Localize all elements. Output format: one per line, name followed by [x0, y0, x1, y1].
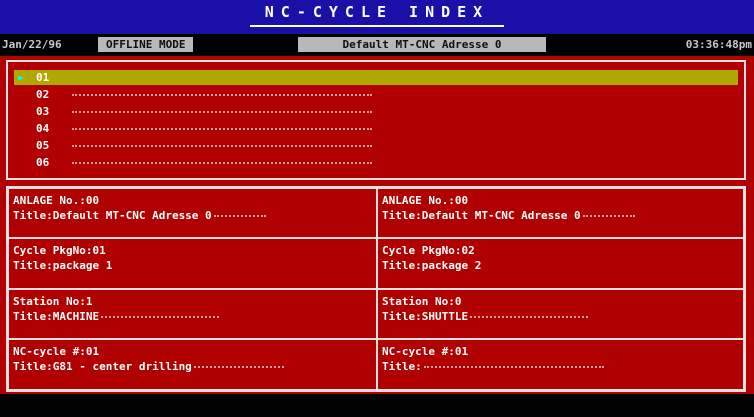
- cycle-title: Title:package 1: [13, 259, 113, 272]
- list-item-label: 04: [36, 122, 50, 135]
- list-item-label: 06: [36, 156, 50, 169]
- status-time: 03:36:48pm: [685, 38, 752, 51]
- list-item-06[interactable]: 06: [14, 155, 738, 170]
- anlage-panel-right[interactable]: ANLAGE No.:00 Title:Default MT-CNC Adres…: [377, 188, 744, 238]
- anlage-title: Title:Default MT-CNC Adresse 0: [13, 209, 212, 222]
- dotted-leader: [470, 316, 589, 318]
- station-title-row: Title:MACHINE: [13, 310, 220, 323]
- station-panel-right[interactable]: Station No:0 Title:SHUTTLE: [377, 289, 744, 339]
- cycle-label: Cycle PkgNo:01: [13, 244, 106, 257]
- selection-arrow-icon: ►: [18, 71, 25, 84]
- mode-badge: OFFLINE MODE: [98, 37, 194, 52]
- cycle-label: Cycle PkgNo:02: [382, 244, 475, 257]
- anlage-label: ANLAGE No.:00: [382, 194, 469, 207]
- dotted-leader: [72, 145, 372, 147]
- nc-cycle-label: NC-cycle #:01: [382, 345, 469, 358]
- anlage-title: Title:Default MT-CNC Adresse 0: [382, 209, 581, 222]
- station-title-row: Title:SHUTTLE: [382, 310, 589, 323]
- dotted-leader: [423, 366, 604, 368]
- list-item-04[interactable]: 04: [14, 121, 738, 136]
- cycle-panel-right[interactable]: Cycle PkgNo:02 Title:package 2: [377, 238, 744, 289]
- anlage-title-row: Title:Default MT-CNC Adresse 0: [382, 209, 635, 222]
- list-item-label: 02: [36, 88, 50, 101]
- main-panel: ► 01 02 03 04 05 06 ANLAGE No.:00 Title:…: [0, 56, 754, 394]
- title-bar: NC-CYCLE INDEX: [0, 0, 754, 34]
- bottom-bar: [0, 394, 754, 417]
- dotted-leader: [213, 215, 266, 217]
- station-label: Station No:0: [382, 295, 462, 308]
- cycle-panel-left[interactable]: Cycle PkgNo:01 Title:package 1: [8, 238, 377, 289]
- anlage-label: ANLAGE No.:00: [13, 194, 100, 207]
- address-badge: Default MT-CNC Adresse 0: [298, 37, 546, 52]
- station-title: Title:SHUTTLE: [382, 310, 469, 323]
- cycle-list: ► 01 02 03 04 05 06: [6, 60, 746, 180]
- nc-cycle-title-row: Title:: [382, 360, 604, 373]
- nc-cycle-panel-right[interactable]: NC-cycle #:01 Title:: [377, 339, 744, 390]
- page-title: NC-CYCLE INDEX: [264, 3, 490, 21]
- list-item-01[interactable]: ► 01: [14, 70, 738, 85]
- nc-cycle-panel-left[interactable]: NC-cycle #:01 Title:G81 - center drillin…: [8, 339, 377, 390]
- list-item-02[interactable]: 02: [14, 87, 738, 102]
- status-date: Jan/22/96: [2, 38, 62, 51]
- nc-cycle-title-row: Title:G81 - center drilling: [13, 360, 284, 373]
- detail-grid: ANLAGE No.:00 Title:Default MT-CNC Adres…: [6, 186, 746, 392]
- station-panel-left[interactable]: Station No:1 Title:MACHINE: [8, 289, 377, 339]
- list-item-label: 03: [36, 105, 50, 118]
- station-title: Title:MACHINE: [13, 310, 100, 323]
- station-label: Station No:1: [13, 295, 93, 308]
- dotted-leader: [101, 316, 220, 318]
- anlage-title-row: Title:Default MT-CNC Adresse 0: [13, 209, 266, 222]
- list-item-05[interactable]: 05: [14, 138, 738, 153]
- status-bar: Jan/22/96 OFFLINE MODE Default MT-CNC Ad…: [0, 36, 754, 53]
- dotted-leader: [72, 94, 372, 96]
- list-item-label: 05: [36, 139, 50, 152]
- dotted-leader: [72, 111, 372, 113]
- dotted-leader: [193, 366, 284, 368]
- dotted-leader: [72, 128, 372, 130]
- nc-cycle-label: NC-cycle #:01: [13, 345, 100, 358]
- title-underline: [250, 25, 504, 27]
- list-item-label: 01: [36, 71, 50, 84]
- anlage-panel-left[interactable]: ANLAGE No.:00 Title:Default MT-CNC Adres…: [8, 188, 377, 238]
- cycle-title: Title:package 2: [382, 259, 482, 272]
- dotted-leader: [72, 162, 372, 164]
- dotted-leader: [582, 215, 635, 217]
- list-item-03[interactable]: 03: [14, 104, 738, 119]
- nc-cycle-title: Title:: [382, 360, 422, 373]
- nc-cycle-title: Title:G81 - center drilling: [13, 360, 192, 373]
